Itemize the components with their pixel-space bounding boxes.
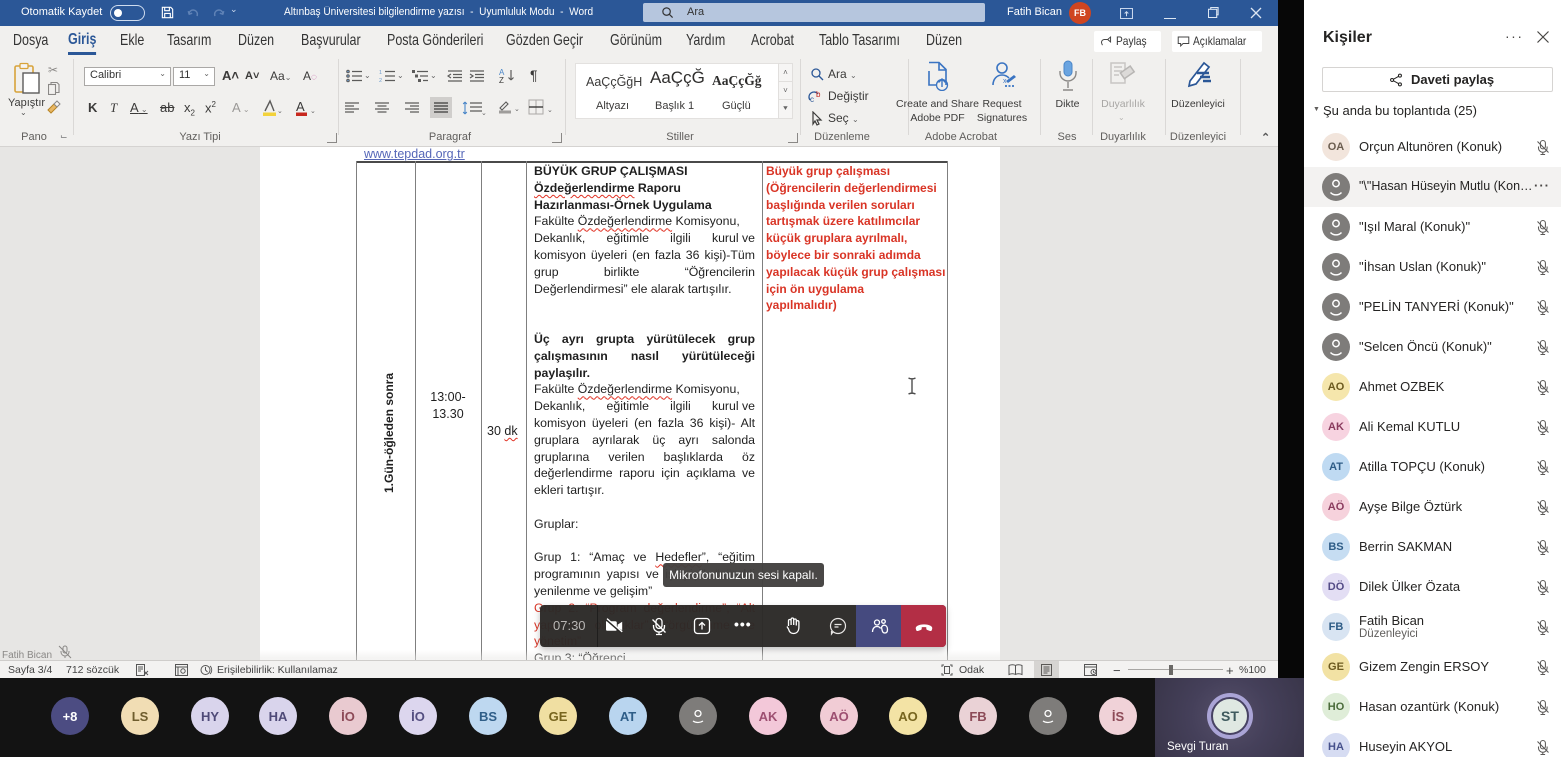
svg-text:x: x <box>1003 78 1007 85</box>
svg-text:⌄: ⌄ <box>277 108 282 115</box>
svg-text:A: A <box>296 99 305 114</box>
svg-text:⌄: ⌄ <box>310 108 316 115</box>
svg-text:Z: Z <box>499 76 504 84</box>
svg-text:c: c <box>810 95 814 103</box>
svg-text:1: 1 <box>379 70 382 76</box>
svg-text:⌄: ⌄ <box>547 107 553 114</box>
svg-text:2: 2 <box>379 78 382 83</box>
svg-text:⌄: ⌄ <box>514 106 520 113</box>
svg-text:⌄: ⌄ <box>481 110 486 116</box>
svg-text:b: b <box>816 90 821 99</box>
